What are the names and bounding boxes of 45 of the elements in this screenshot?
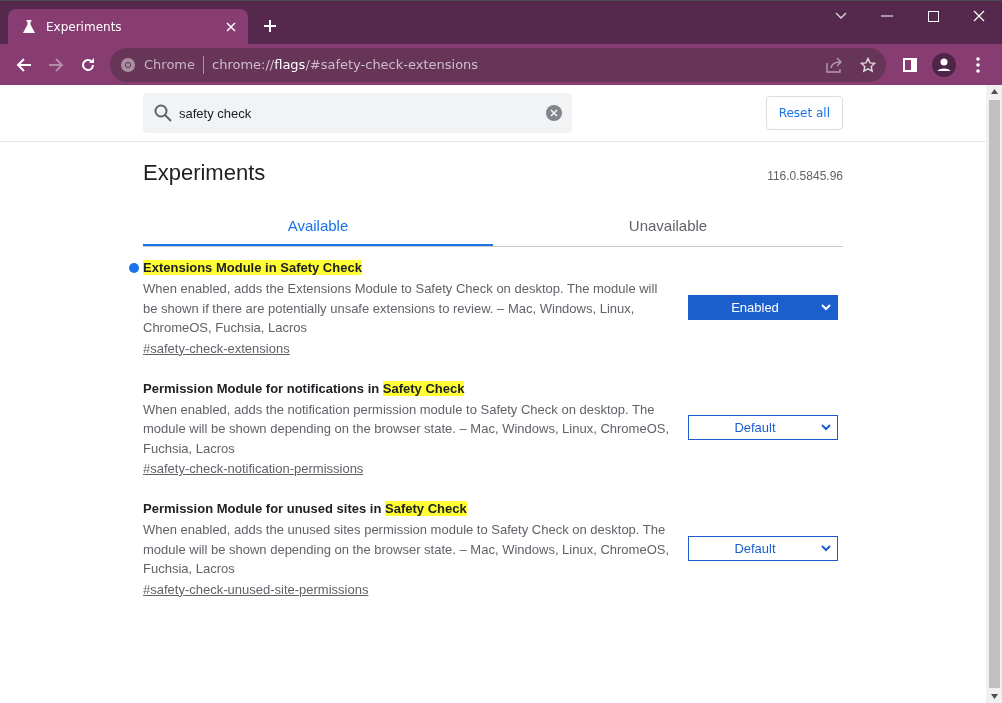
menu-icon[interactable] [976, 56, 980, 73]
scroll-up-arrow-icon[interactable] [990, 89, 998, 94]
tab[interactable]: Unavailable [493, 206, 843, 246]
side-panel-icon[interactable] [903, 57, 917, 72]
scrollbar[interactable] [986, 85, 1002, 703]
browser-tab[interactable]: Experiments [8, 9, 248, 44]
search-field[interactable]: safety check [143, 93, 572, 133]
share-icon[interactable] [826, 56, 844, 73]
flag-link[interactable]: #safety-check-notification-permissions [143, 461, 364, 476]
tab[interactable]: Available [143, 206, 493, 246]
flag-description: When enabled, adds the notification permission module to Safety Check on desktop. The module will be shown depending on the browser state. – Mac, Windows, Linux, ChromeOS, Fuchsia, Lacros [143, 400, 671, 458]
site-label: Chrome [144, 57, 195, 72]
maximize-icon[interactable] [927, 10, 939, 22]
flag-dropdown[interactable]: Enabled [688, 294, 838, 320]
reload-icon[interactable] [80, 56, 96, 73]
reset-all-button[interactable]: Reset all [765, 96, 843, 130]
forward-arrow-icon[interactable] [48, 56, 64, 73]
chrome-logo-icon [120, 56, 136, 73]
flag-dropdown[interactable]: Default [688, 415, 838, 441]
flag-link[interactable]: #safety-check-unused-site-permissions [143, 581, 369, 597]
address-bar[interactable]: Chrome chrome://flags/#safety-check-extensions [110, 47, 886, 82]
back-arrow-icon[interactable] [16, 56, 32, 73]
scroll-down-arrow-icon[interactable] [990, 694, 998, 699]
tab-title: Experiments [46, 19, 123, 34]
flag-title: Permission Module for unused sites in Safety Check [143, 500, 467, 518]
url-text: chrome://flags/#safety-check-extensions [212, 57, 479, 72]
search-icon [154, 104, 172, 122]
page-title: Experiments [143, 160, 266, 186]
flag-description: When enabled, adds the unused sites permission module to Safety Check on desktop. The module will be shown depending on the browser state. – Mac, Windows, Linux, ChromeOS, Fuchsia, Lacros [143, 521, 671, 578]
bookmark-star-icon[interactable] [860, 56, 876, 73]
version-number: 116.0.5845.96 [767, 169, 843, 183]
profile-avatar-icon[interactable] [932, 52, 956, 77]
caret-icon [821, 424, 831, 432]
plus-icon[interactable] [263, 19, 277, 33]
chevron-down-icon[interactable] [835, 12, 847, 20]
flask-icon [22, 19, 36, 34]
caret-icon [821, 303, 831, 311]
flag-dropdown[interactable]: Default [688, 535, 838, 561]
close-icon[interactable] [973, 10, 985, 22]
flag-title: Extensions Module in Safety Check [143, 259, 362, 277]
flag-description: When enabled, adds the Extensions Module to Safety Check on desktop. The module will be shown if there are potentially unsafe extensions to review. – Mac, Windows, Linux, ChromeOS, Fuchsia, Lacros [143, 280, 659, 337]
clear-search-icon[interactable] [546, 105, 562, 121]
close-tab-icon[interactable] [226, 21, 236, 32]
caret-icon [821, 544, 831, 552]
flag-link[interactable]: #safety-check-extensions [143, 340, 290, 356]
